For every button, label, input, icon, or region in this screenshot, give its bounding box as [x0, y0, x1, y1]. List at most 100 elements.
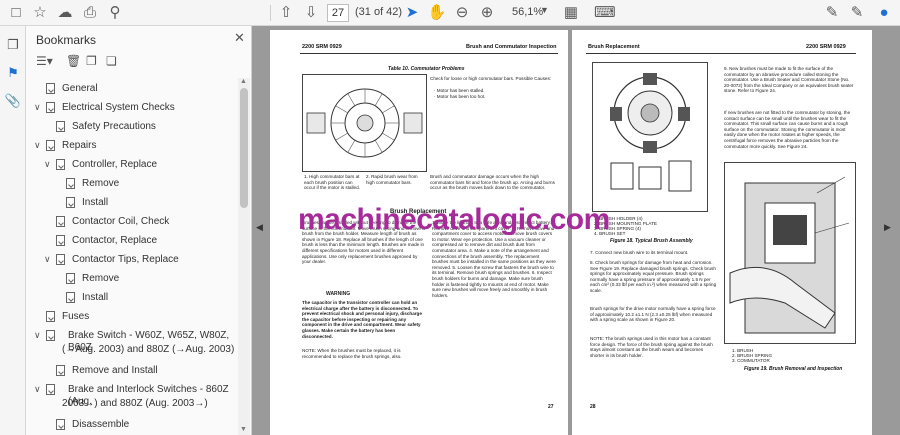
- options-menu-icon[interactable]: ☰▾: [36, 54, 53, 68]
- page-number-input[interactable]: 27: [327, 4, 349, 22]
- brush-assembly-figure: [592, 62, 708, 212]
- scroll-thumb[interactable]: [240, 88, 248, 208]
- note-text: NOTE: The brush springs used in this mot…: [590, 336, 713, 358]
- bookmark-item[interactable]: Fuses: [26, 308, 238, 326]
- bookmark-page-icon: [66, 292, 75, 303]
- chevron-down-icon[interactable]: ∨: [34, 140, 41, 151]
- bookmark-page-icon: [46, 330, 55, 341]
- bookmark-item[interactable]: Install: [26, 194, 238, 212]
- bookmark-page-icon: [56, 419, 65, 430]
- bookmark-item[interactable]: ∨ Electrical System Checks: [26, 99, 238, 117]
- header-rule: [300, 53, 558, 54]
- edit-pen-icon[interactable]: ✎: [822, 3, 842, 23]
- fig19-caption: Figure 19. Brush Removal and Inspection: [744, 366, 843, 372]
- watermark-text: machinecatalogic.com: [298, 203, 610, 236]
- print-icon[interactable]: ⎙: [80, 3, 100, 23]
- bookmark-item[interactable]: Remove and Install: [26, 362, 238, 380]
- new-file-icon[interactable]: □: [6, 3, 26, 23]
- fit-page-icon[interactable]: ▦: [561, 3, 581, 23]
- brush-assembly-drawing: [610, 73, 692, 192]
- zoom-out-icon[interactable]: ⊖: [452, 3, 472, 23]
- account-icon[interactable]: ●: [874, 3, 894, 23]
- brush-removal-figure: [724, 162, 856, 344]
- scroll-up-icon[interactable]: ▲: [240, 78, 247, 85]
- bookmark-item[interactable]: Install: [26, 289, 238, 307]
- collapse-right-icon[interactable]: ▶: [884, 222, 891, 233]
- bookmark-star-icon[interactable]: ☆: [30, 3, 50, 23]
- zoom-level[interactable]: 56,1%: [512, 6, 543, 18]
- fig18-caption: Figure 18. Typical Brush Assembly: [610, 238, 693, 244]
- step-8: 8. Check brush springs for damage from h…: [590, 260, 717, 293]
- chevron-down-icon[interactable]: ∨: [44, 254, 51, 265]
- bookmark-label: Disassemble: [72, 419, 130, 430]
- bookmark-item[interactable]: ∨ Repairs: [26, 137, 238, 155]
- bookmark-label: General: [62, 83, 98, 94]
- chevron-down-icon[interactable]: ∨: [34, 102, 41, 113]
- bookmark-item[interactable]: Safety Precautions: [26, 118, 238, 136]
- bookmark-label: Controller, Replace: [72, 159, 158, 170]
- stoning-text: 9. New brushes must be made to fit the s…: [724, 66, 854, 94]
- bookmark-item[interactable]: Contactor, Replace: [26, 232, 238, 250]
- bookmark-item[interactable]: ∨ Brake Switch - W60Z, W65Z, W80Z, B60Z (→…: [26, 327, 238, 361]
- bookmark-label: Remove: [82, 178, 120, 189]
- bookmark-page-icon: [56, 254, 65, 265]
- select-cursor-icon[interactable]: ➤: [402, 3, 422, 23]
- bookmark-item[interactable]: ∨ Brake and Interlock Switches - 860Z (Au…: [26, 381, 238, 415]
- cause-1: · Motor has been stalled.: [434, 88, 485, 93]
- table-caption: Table 10. Commutator Problems: [388, 66, 465, 72]
- brush-removal-drawing: [729, 176, 850, 334]
- bookmark-item[interactable]: ∨ Contactor Tips, Replace: [26, 251, 238, 269]
- note-text: NOTE: When the brushes must be replaced,…: [302, 348, 402, 359]
- page-number-left: 27: [548, 404, 554, 410]
- add-bookmark-icon[interactable]: ❐: [86, 54, 97, 68]
- check-text: Check for loose or high commutator bars.…: [430, 76, 552, 81]
- delete-icon[interactable]: 🗑: [66, 54, 81, 68]
- bookmark-label-line2: (→Aug. 2003) and 880Z (→Aug. 2003): [62, 344, 235, 355]
- cause-2: · Motor has been too hot.: [434, 94, 486, 99]
- bookmark-item[interactable]: Remove: [26, 175, 238, 193]
- zoom-in-icon[interactable]: ⊕: [477, 3, 497, 23]
- bookmark-page-icon: [66, 178, 75, 189]
- previous-page-icon[interactable]: ⇧: [276, 3, 296, 23]
- zoom-search-icon[interactable]: ⚲: [105, 3, 125, 23]
- share-icon[interactable]: ✎: [847, 3, 867, 23]
- chevron-down-icon[interactable]: ∨: [44, 159, 51, 170]
- scroll-down-icon[interactable]: ▼: [240, 426, 247, 433]
- toolbar: □ ☆ ☁ ⎙ ⚲ ⇧ ⇩ 27 (31 of 42) ➤ ✋ ⊖ ⊕ 56,1…: [0, 0, 900, 26]
- bookmarks-panel: Bookmarks ✕ ☰▾ 🗑 ❐ ❏ General ∨ Electrical …: [26, 26, 252, 435]
- bookmark-item[interactable]: Disassemble: [26, 416, 238, 434]
- page-header-left: 2200 SRM 0929: [302, 44, 342, 50]
- bookmark-item[interactable]: Remove: [26, 270, 238, 288]
- page-header-right: Brush and Commutator Inspection: [466, 44, 557, 50]
- bookmark-page-icon: [56, 365, 65, 376]
- collapse-left-icon[interactable]: ◀: [256, 222, 263, 233]
- bookmark-label: Contactor Coil, Check: [72, 216, 170, 227]
- keyboard-icon[interactable]: ⌨: [594, 3, 616, 23]
- attachments-icon[interactable]: 📎: [4, 92, 22, 110]
- bookmark-page-icon: [66, 197, 75, 208]
- page-count: (31 of 42): [355, 6, 403, 18]
- commutator-drawing: [306, 88, 423, 158]
- bookmark-page-icon: [46, 384, 55, 395]
- bookmarks-icon[interactable]: ⚑: [4, 64, 22, 82]
- toolbar-separator: [270, 5, 271, 21]
- bookmark-label: Repairs: [62, 140, 97, 151]
- bookmark-scrollbar[interactable]: ▲ ▼: [238, 78, 250, 435]
- zoom-dropdown-icon[interactable]: ▼: [540, 5, 549, 15]
- bookmark-page-icon: [46, 311, 55, 322]
- thumbnails-icon[interactable]: ❐: [4, 36, 22, 54]
- bookmark-label: Remove and Install: [72, 365, 158, 376]
- bookmark-properties-icon[interactable]: ❏: [106, 54, 117, 68]
- next-page-icon[interactable]: ⇩: [301, 3, 321, 23]
- bookmark-item[interactable]: ∨ Controller, Replace: [26, 156, 238, 174]
- chevron-down-icon[interactable]: ∨: [34, 384, 41, 395]
- bookmark-item[interactable]: Contactor Coil, Check: [26, 213, 238, 231]
- table-row-3: Brush and commutator damage occurs when …: [430, 174, 555, 191]
- bookmark-page-icon: [46, 102, 55, 113]
- bookmark-item[interactable]: General: [26, 80, 238, 98]
- chevron-down-icon[interactable]: ∨: [34, 330, 41, 341]
- cloud-upload-icon[interactable]: ☁: [55, 3, 75, 23]
- close-icon[interactable]: ✕: [234, 30, 245, 46]
- page-header-right: 2200 SRM 0929: [806, 44, 846, 50]
- hand-tool-icon[interactable]: ✋: [427, 3, 447, 23]
